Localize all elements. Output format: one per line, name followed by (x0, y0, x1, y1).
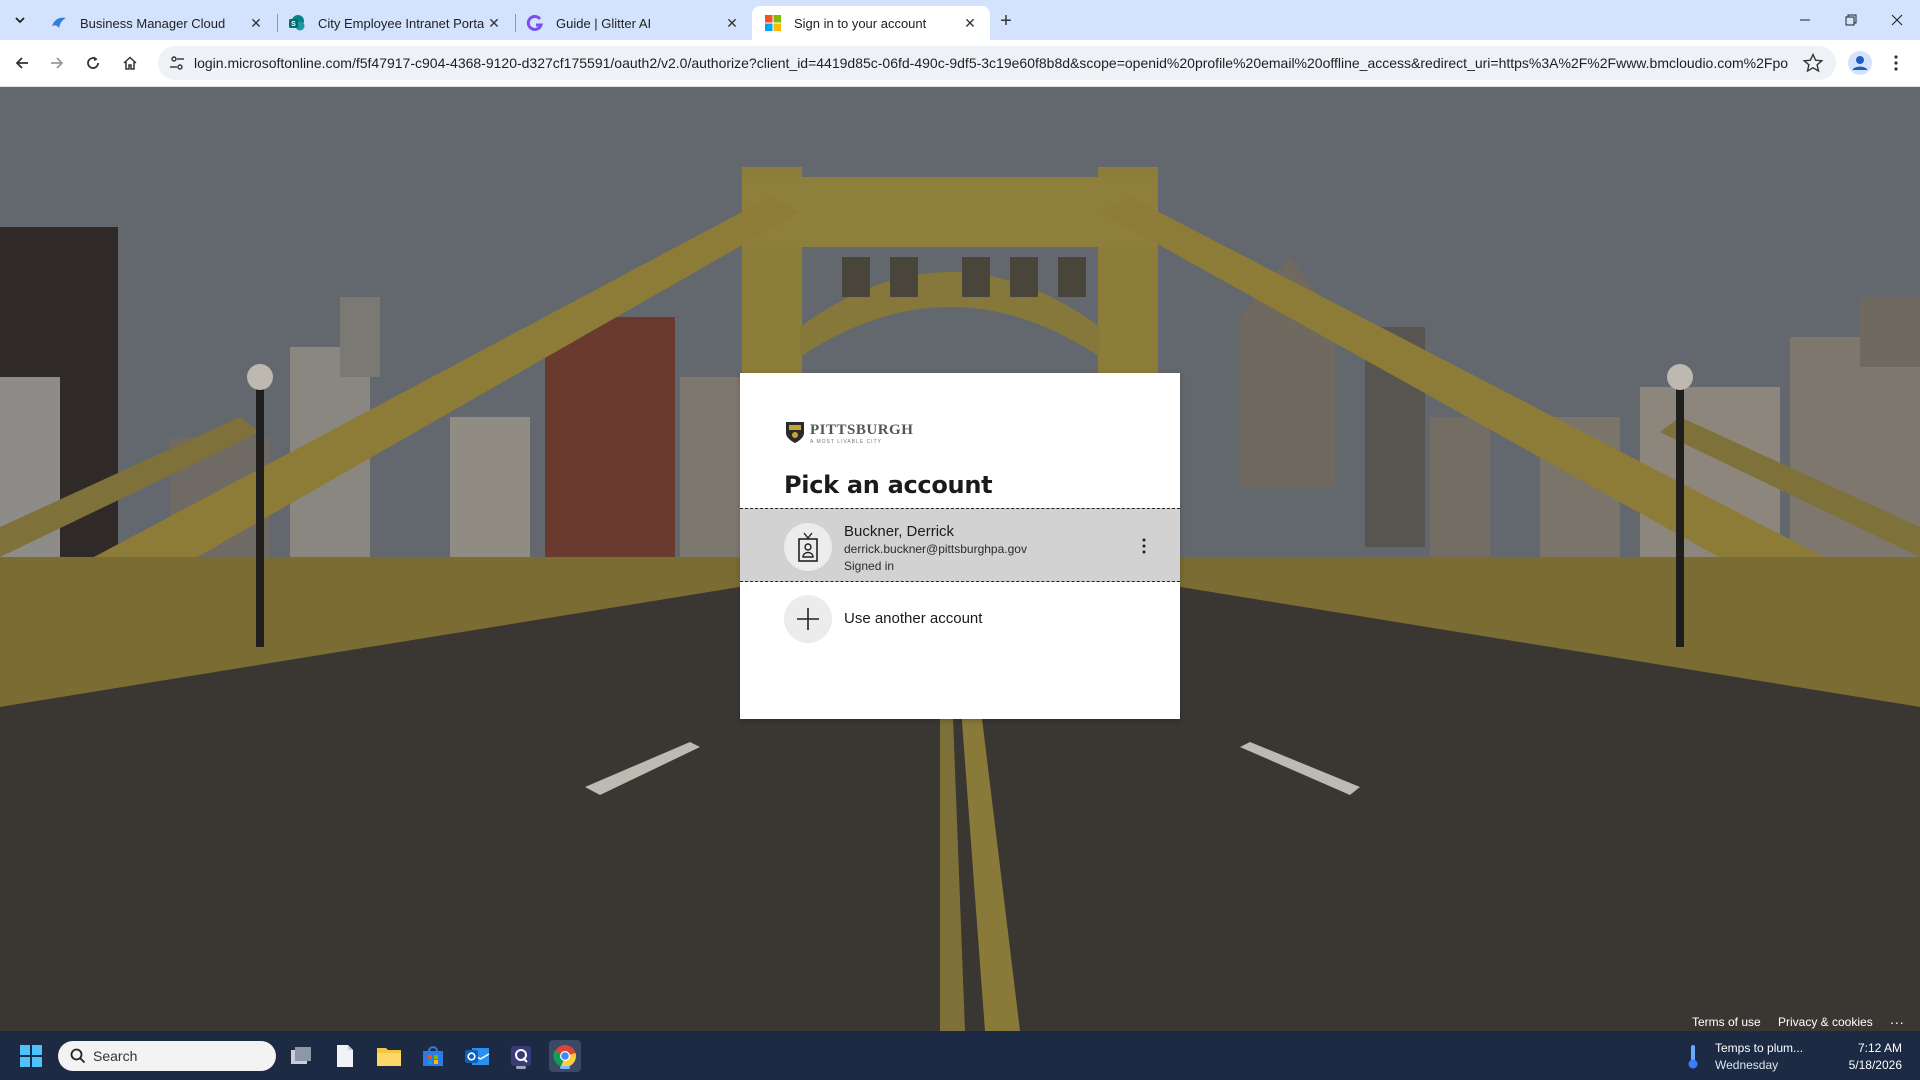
windows-start-icon[interactable] (20, 1045, 42, 1067)
page-title: Pick an account (784, 471, 993, 499)
folder-icon (377, 1048, 401, 1066)
reload-icon (87, 56, 99, 69)
address-bar[interactable]: login.microsoftonline.com/f5f47917-c904-… (158, 46, 1836, 80)
chrome-icon (553, 1045, 576, 1068)
new-tab-button[interactable]: + (994, 9, 1018, 33)
more-vertical-icon (1142, 538, 1146, 554)
minimize-button[interactable] (1782, 0, 1828, 40)
weather-title[interactable]: Temps to plum... (1715, 1041, 1803, 1055)
logo-tagline: A MOST LIVABLE CITY (810, 439, 882, 445)
terms-of-use-link[interactable]: Terms of use (1692, 1015, 1761, 1029)
logo-wordmark: PITTSBURGH (810, 422, 914, 438)
tab-search-button[interactable] (8, 8, 32, 32)
more-vertical-icon (1894, 55, 1898, 71)
tab-business-manager-cloud[interactable]: Business Manager Cloud ✕ (38, 6, 276, 40)
reload-button[interactable] (79, 49, 107, 77)
microsoft-logo-icon (765, 15, 781, 31)
close-icon[interactable]: ✕ (722, 13, 742, 33)
running-indicator (560, 1066, 570, 1069)
tab-glitter-ai[interactable]: Guide | Glitter AI ✕ (514, 6, 752, 40)
tab-title: Business Manager Cloud (80, 15, 226, 31)
restore-button[interactable] (1828, 0, 1874, 40)
browser-toolbar: login.microsoftonline.com/f5f47917-c904-… (0, 40, 1920, 87)
home-icon (123, 56, 137, 70)
sign-in-page: PITTSBURGH A MOST LIVABLE CITY Pick an a… (0, 87, 1920, 1031)
notepad-icon (337, 1045, 353, 1067)
notepad-app[interactable] (329, 1040, 361, 1072)
browser-menu-button[interactable] (1886, 50, 1906, 76)
close-icon[interactable]: ✕ (484, 13, 504, 33)
search-icon (70, 1048, 86, 1064)
tab-sign-in[interactable]: Sign in to your account ✕ (752, 6, 990, 40)
arrow-right-icon (51, 57, 64, 69)
clock-date[interactable]: 5/18/2026 (1832, 1058, 1902, 1072)
task-view-button[interactable] (285, 1040, 317, 1072)
tab-title: Guide | Glitter AI (556, 15, 652, 31)
tab-title: Sign in to your account (794, 15, 927, 31)
file-explorer-app[interactable] (373, 1040, 405, 1072)
outlook-app[interactable] (461, 1040, 493, 1072)
taskbar: Search Temps to plum... Wednesday 7:12 A… (0, 1031, 1920, 1080)
pittsburgh-logo: PITTSBURGH A MOST LIVABLE CITY (784, 419, 913, 447)
bmc-bird-icon (52, 17, 66, 28)
weather-subtitle: Wednesday (1715, 1058, 1779, 1072)
sharepoint-icon: S (289, 15, 305, 31)
another-account-avatar (784, 595, 832, 643)
id-badge-icon (798, 532, 818, 562)
plus-icon (797, 608, 819, 630)
arrow-left-icon (15, 57, 28, 69)
account-name: Buckner, Derrick (844, 523, 955, 540)
site-info-icon[interactable] (168, 54, 186, 72)
app-q-icon (511, 1046, 531, 1066)
taskbar-search-placeholder: Search (93, 1048, 138, 1064)
svg-text:S: S (291, 21, 296, 28)
tab-strip: Business Manager Cloud ✕ S City Employee… (0, 0, 1920, 40)
store-icon (423, 1046, 443, 1066)
profile-avatar-icon[interactable] (1847, 50, 1873, 76)
bookmark-star-icon[interactable] (1802, 52, 1824, 74)
chevron-down-icon (15, 17, 25, 24)
glitter-g-icon (526, 14, 544, 31)
account-options-button[interactable] (1136, 533, 1152, 559)
thermometer-icon[interactable] (1686, 1043, 1700, 1069)
forward-button[interactable] (43, 49, 71, 77)
close-window-button[interactable] (1874, 0, 1920, 40)
tab-city-employee-intranet[interactable]: S City Employee Intranet Portal - ✕ (276, 6, 514, 40)
running-indicator (516, 1066, 526, 1069)
account-status: Signed in (844, 559, 895, 573)
account-email: derrick.buckner@pittsburghpa.gov (844, 542, 1027, 556)
account-avatar (784, 523, 832, 571)
close-icon (1891, 14, 1903, 26)
tab-title: City Employee Intranet Portal - (318, 15, 484, 31)
city-seal-icon (786, 422, 804, 443)
privacy-cookies-link[interactable]: Privacy & cookies (1778, 1015, 1873, 1029)
minimize-icon (1800, 19, 1810, 21)
sign-in-card: PITTSBURGH A MOST LIVABLE CITY Pick an a… (740, 373, 1180, 719)
microsoft-store-app[interactable] (417, 1040, 449, 1072)
use-another-account-button[interactable]: Use another account (740, 583, 1180, 655)
back-button[interactable] (8, 49, 36, 77)
clock-time[interactable]: 7:12 AM (1852, 1041, 1902, 1055)
use-another-account-label: Use another account (844, 610, 983, 627)
home-button[interactable] (116, 49, 144, 77)
chrome-app[interactable] (549, 1040, 581, 1072)
close-icon[interactable]: ✕ (246, 13, 266, 33)
restore-icon (1845, 14, 1857, 26)
outlook-icon (465, 1048, 490, 1065)
footer-more-button[interactable]: ... (1890, 1011, 1910, 1027)
close-icon[interactable]: ✕ (960, 13, 980, 33)
account-tile[interactable]: Buckner, Derrick derrick.buckner@pittsbu… (740, 508, 1180, 582)
teams-app[interactable] (505, 1040, 537, 1072)
task-view-icon (291, 1047, 311, 1064)
url-text: login.microsoftonline.com/f5f47917-c904-… (194, 55, 1788, 71)
taskbar-search-box[interactable]: Search (58, 1041, 276, 1071)
